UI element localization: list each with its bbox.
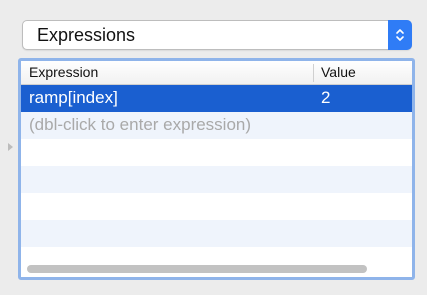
- column-header-value[interactable]: Value: [321, 64, 356, 80]
- expression-placeholder[interactable]: (dbl-click to enter expression): [29, 115, 251, 135]
- disclosure-handle-icon[interactable]: [8, 143, 13, 151]
- view-mode-popup-button[interactable]: Expressions: [22, 20, 412, 50]
- empty-row[interactable]: [21, 220, 412, 247]
- empty-row[interactable]: [21, 193, 412, 220]
- column-divider[interactable]: [313, 64, 314, 82]
- column-header-expression[interactable]: Expression: [29, 64, 98, 80]
- up-down-chevron-icon[interactable]: [388, 20, 412, 50]
- expressions-panel: Expressions Expression Value ramp[index]…: [0, 0, 427, 295]
- value-cell[interactable]: 2: [321, 88, 330, 108]
- horizontal-scrollbar[interactable]: [25, 262, 407, 276]
- expression-cell[interactable]: ramp[index]: [29, 88, 118, 108]
- table-row-placeholder[interactable]: (dbl-click to enter expression): [21, 112, 412, 139]
- scrollbar-thumb[interactable]: [27, 265, 367, 273]
- expressions-table: Expression Value ramp[index] 2 (dbl-clic…: [18, 58, 415, 280]
- table-header: Expression Value: [21, 61, 412, 85]
- table-body: ramp[index] 2 (dbl-click to enter expres…: [21, 85, 412, 247]
- popup-selected-label: Expressions: [37, 25, 136, 45]
- table-row[interactable]: ramp[index] 2: [21, 85, 412, 112]
- empty-row[interactable]: [21, 139, 412, 166]
- empty-row[interactable]: [21, 166, 412, 193]
